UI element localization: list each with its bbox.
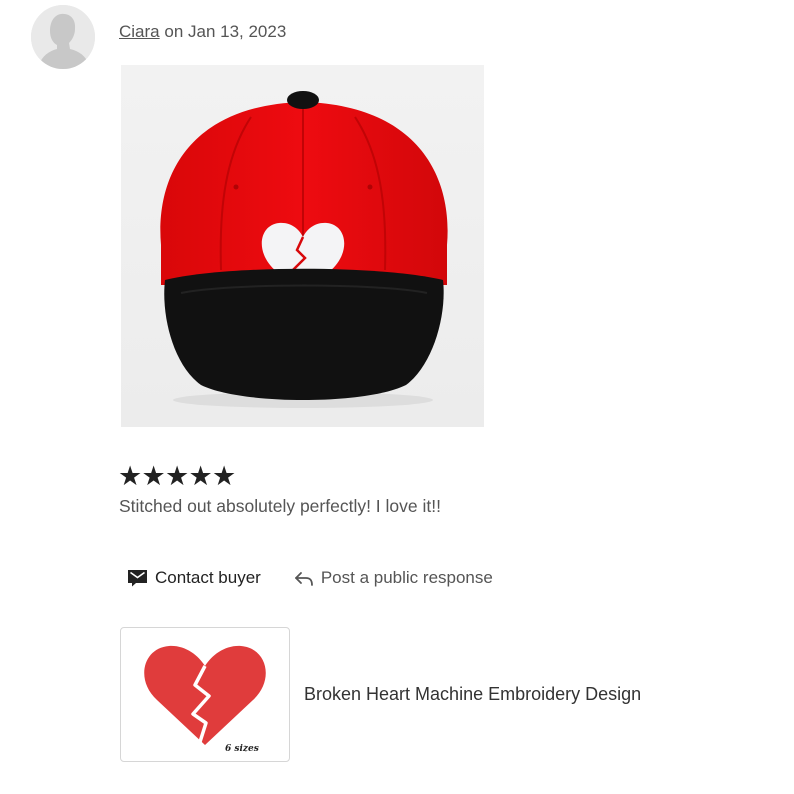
avatar[interactable] (31, 5, 95, 69)
broken-heart-icon (144, 645, 266, 746)
listing-thumbnail-caption: 6 sizes (225, 744, 259, 754)
review-date: on Jan 13, 2023 (164, 22, 287, 41)
contact-buyer-label: Contact buyer (155, 568, 261, 587)
star-icon: ★ (118, 461, 143, 491)
post-public-response-button[interactable]: Post a public response (294, 568, 493, 588)
review-card: Ciara on Jan 13, 2023 ★★★★★ Stitched out… (0, 0, 794, 794)
review-actions: Contact buyer Post a public response (127, 566, 493, 590)
post-public-response-label: Post a public response (320, 568, 493, 587)
star-rating: ★★★★★ (118, 461, 236, 491)
envelope-icon (128, 570, 147, 587)
star-icon: ★ (188, 461, 213, 491)
review-photo[interactable] (121, 65, 484, 427)
star-icon: ★ (141, 461, 166, 491)
review-text: Stitched out absolutely perfectly! I lov… (119, 496, 441, 516)
star-icon: ★ (165, 461, 190, 491)
user-silhouette-icon (31, 5, 95, 69)
review-byline: Ciara on Jan 13, 2023 (119, 22, 286, 42)
listing-title-link[interactable]: Broken Heart Machine Embroidery Design (304, 684, 641, 705)
cap-photo-image (121, 65, 484, 427)
contact-buyer-button[interactable]: Contact buyer (127, 568, 261, 588)
listing-thumbnail[interactable]: 6 sizes (120, 627, 290, 762)
star-icon: ★ (212, 461, 237, 491)
reviewer-name-link[interactable]: Ciara (119, 22, 160, 41)
reply-arrow-icon (294, 572, 313, 586)
